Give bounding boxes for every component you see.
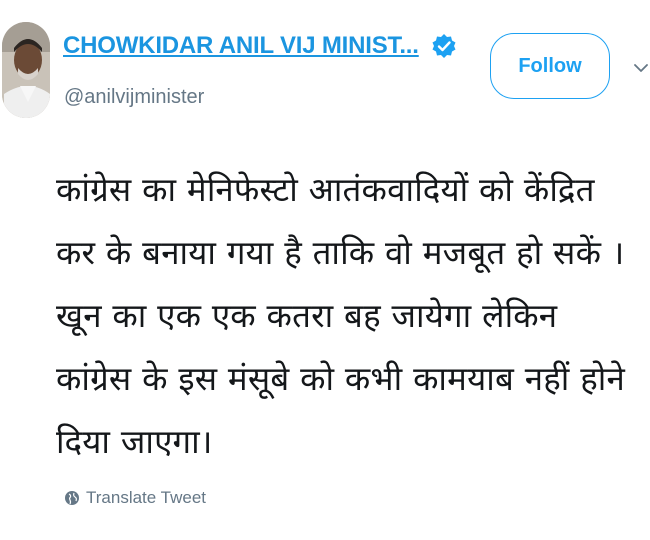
tweet-text: कांग्रेस का मेनिफेस्टो आतंकवादियों को के… (56, 170, 625, 461)
follow-button[interactable]: Follow (490, 33, 610, 99)
globe-icon (65, 491, 79, 505)
avatar[interactable] (2, 22, 50, 118)
handle[interactable]: @anilvijminister (64, 86, 204, 109)
chevron-down-icon[interactable] (633, 60, 649, 76)
verified-badge-icon (431, 33, 457, 59)
translate-tweet-link[interactable]: Translate Tweet (64, 488, 206, 508)
display-name-link[interactable]: CHOWKIDAR ANIL VIJ MINIST... (63, 32, 419, 60)
translate-tweet-label: Translate Tweet (86, 488, 207, 507)
display-name-row: CHOWKIDAR ANIL VIJ MINIST... (63, 26, 457, 66)
